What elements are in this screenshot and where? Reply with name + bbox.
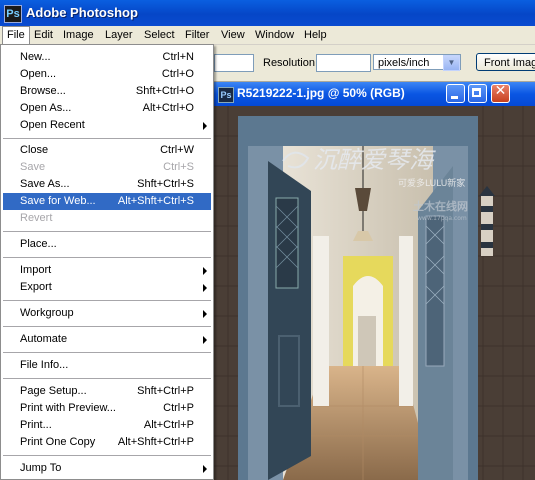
maximize-icon <box>472 88 481 97</box>
menu-item-revert: Revert <box>20 212 53 224</box>
resolution-unit-select[interactable]: pixels/inch ▼ <box>373 54 461 71</box>
watermark-url: www.17pqa.com <box>417 215 467 222</box>
watermark-calligraphy: 沉醉爱琴海 <box>313 146 436 174</box>
menu-bar: File Edit Image Layer Select Filter View… <box>0 26 535 45</box>
chevron-down-icon: ▼ <box>443 55 460 71</box>
close-button[interactable]: ✕ <box>491 83 510 103</box>
menu-item-save-as[interactable]: Save As... Shft+Ctrl+S <box>3 176 211 193</box>
document-title: R5219222-1.jpg @ 50% (RGB) <box>237 86 405 100</box>
menu-item-file-info[interactable]: File Info... <box>3 357 211 374</box>
menu-help[interactable]: Help <box>300 27 331 43</box>
resolution-unit-value: pixels/inch <box>378 57 430 69</box>
image-canvas[interactable]: 沉醉爱琴海 可爱多LULU新家 土木在线网 www.17pqa.com <box>213 106 535 480</box>
menu-item-print-with-preview[interactable]: Print with Preview... Ctrl+P <box>3 400 211 417</box>
document-window: Ps R5219222-1.jpg @ 50% (RGB) ✕ 沉醉爱琴海 可爱… <box>213 82 535 480</box>
menu-item-new[interactable]: New... Ctrl+N <box>3 49 211 66</box>
submenu-arrow-icon <box>203 310 207 318</box>
menu-separator <box>3 138 211 139</box>
app-title: Adobe Photoshop <box>26 5 138 20</box>
submenu-arrow-icon <box>203 267 207 275</box>
menu-edit[interactable]: Edit <box>30 27 57 43</box>
menu-item-jump-to[interactable]: Jump To <box>3 460 211 477</box>
menu-select[interactable]: Select <box>140 27 179 43</box>
menu-separator <box>3 455 211 456</box>
menu-item-export[interactable]: Export <box>3 279 211 296</box>
menu-item-automate[interactable]: Automate <box>3 331 211 348</box>
menu-separator <box>3 257 211 258</box>
submenu-arrow-icon <box>203 465 207 473</box>
front-image-button[interactable]: Front Image <box>476 53 535 71</box>
resolution-label: Resolution: <box>263 57 319 69</box>
menu-item-print[interactable]: Print... Alt+Ctrl+P <box>3 417 211 434</box>
submenu-arrow-icon <box>203 284 207 292</box>
photo-hallway-doors: 沉醉爱琴海 可爱多LULU新家 土木在线网 www.17pqa.com <box>213 106 535 480</box>
menu-layer[interactable]: Layer <box>101 27 137 43</box>
minimize-button[interactable] <box>446 84 465 103</box>
menu-item-print-one-copy[interactable]: Print One Copy Alt+Shft+Ctrl+P <box>3 434 211 451</box>
menu-view[interactable]: View <box>217 27 249 43</box>
maximize-button[interactable] <box>468 84 487 103</box>
photoshop-app-icon[interactable]: Ps <box>4 5 22 23</box>
menu-separator <box>3 326 211 327</box>
menu-item-open[interactable]: Open... Ctrl+O <box>3 66 211 83</box>
menu-item-import[interactable]: Import <box>3 262 211 279</box>
menu-item-place[interactable]: Place... <box>3 236 211 253</box>
menu-item-close[interactable]: Close Ctrl+W <box>3 142 211 159</box>
menu-file[interactable]: File <box>2 26 30 45</box>
watermark-small: 可爱多LULU新家 <box>398 177 465 189</box>
menu-window[interactable]: Window <box>251 27 298 43</box>
close-icon: ✕ <box>494 83 507 99</box>
menu-item-save-for-web[interactable]: Save for Web... Alt+Shft+Ctrl+S <box>3 193 211 210</box>
menu-item-open-recent[interactable]: Open Recent <box>3 117 211 134</box>
document-title-bar[interactable]: Ps R5219222-1.jpg @ 50% (RGB) ✕ <box>213 82 535 106</box>
menu-item-open-as[interactable]: Open As... Alt+Ctrl+O <box>3 100 211 117</box>
document-icon: Ps <box>218 87 234 103</box>
menu-item-save: Save Ctrl+S <box>20 161 194 173</box>
app-title-bar: Ps Adobe Photoshop <box>0 0 535 26</box>
file-menu-dropdown: New... Ctrl+N Open... Ctrl+O Browse... Shft… <box>0 44 214 480</box>
resolution-field[interactable] <box>316 54 371 72</box>
minimize-icon <box>451 96 458 99</box>
menu-filter[interactable]: Filter <box>181 27 213 43</box>
height-field[interactable] <box>214 54 254 72</box>
menu-separator <box>3 352 211 353</box>
menu-image[interactable]: Image <box>59 27 98 43</box>
menu-separator <box>3 378 211 379</box>
menu-separator <box>3 300 211 301</box>
submenu-arrow-icon <box>203 336 207 344</box>
menu-separator <box>3 231 211 232</box>
menu-item-browse[interactable]: Browse... Shft+Ctrl+O <box>3 83 211 100</box>
menu-item-page-setup[interactable]: Page Setup... Shft+Ctrl+P <box>3 383 211 400</box>
watermark-site: 土木在线网 <box>413 199 468 213</box>
menu-item-workgroup[interactable]: Workgroup <box>3 305 211 322</box>
submenu-arrow-icon <box>203 122 207 130</box>
